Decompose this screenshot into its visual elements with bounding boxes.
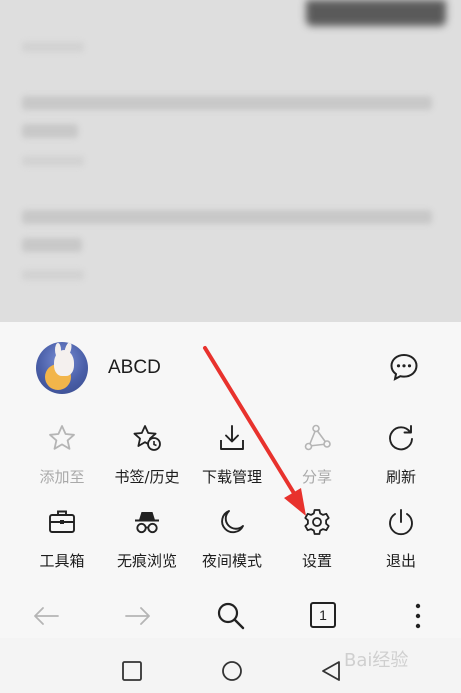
search-icon[interactable] [215,600,247,632]
home-icon[interactable] [221,660,243,682]
forward-arrow-icon[interactable] [122,600,154,632]
background-image [306,0,446,26]
star-icon [49,425,75,450]
background-text [22,238,82,252]
share-icon [304,424,331,451]
exit-button[interactable]: 退出 [355,500,447,584]
power-icon [389,509,413,536]
background-text [22,210,432,224]
share-button[interactable]: 分享 [271,416,363,500]
browser-toolbar: 1 [0,592,461,640]
refresh-icon [389,425,413,451]
refresh-button[interactable]: 刷新 [355,416,447,500]
night-mode-button[interactable]: 夜间模式 [186,500,278,584]
incognito-icon [135,512,159,534]
menu-label: 无痕浏览 [116,552,177,570]
back-arrow-icon[interactable] [30,600,62,632]
bookmark-history-icon [133,425,161,451]
menu-label: 分享 [301,468,332,486]
add-to-button[interactable]: 添加至 [16,416,108,500]
background-page [0,0,461,322]
username[interactable]: ABCD [108,357,161,379]
menu-label: 设置 [301,552,332,570]
background-text [22,96,432,110]
gear-icon [304,509,330,535]
toolbox-button[interactable]: 工具箱 [16,500,108,584]
settings-button[interactable]: 设置 [271,500,363,584]
tab-count-button[interactable]: 1 [310,602,336,628]
back-icon[interactable] [320,660,342,682]
toolbox-icon [49,510,75,533]
download-icon [220,425,244,450]
menu-label: 工具箱 [39,552,85,570]
message-icon[interactable] [388,351,420,383]
profile-row[interactable]: ABCD [0,322,461,412]
menu-label: 退出 [385,552,416,570]
watermark: Bai经验 [344,650,409,671]
menu-label: 下载管理 [201,468,262,486]
download-manager-button[interactable]: 下载管理 [186,416,278,500]
background-text [22,42,84,52]
menu-label: 夜间模式 [201,552,262,570]
more-options-icon[interactable] [402,600,434,632]
incognito-button[interactable]: 无痕浏览 [101,500,193,584]
menu-label: 刷新 [385,468,416,486]
background-text [22,124,78,138]
menu-label: 添加至 [39,468,85,486]
moon-icon [221,510,244,534]
background-text [22,156,84,166]
menu-label: 书签/历史 [114,468,180,486]
avatar[interactable] [36,342,88,394]
background-text [22,270,84,280]
recent-apps-icon[interactable] [121,660,143,682]
bookmarks-history-button[interactable]: 书签/历史 [101,416,193,500]
